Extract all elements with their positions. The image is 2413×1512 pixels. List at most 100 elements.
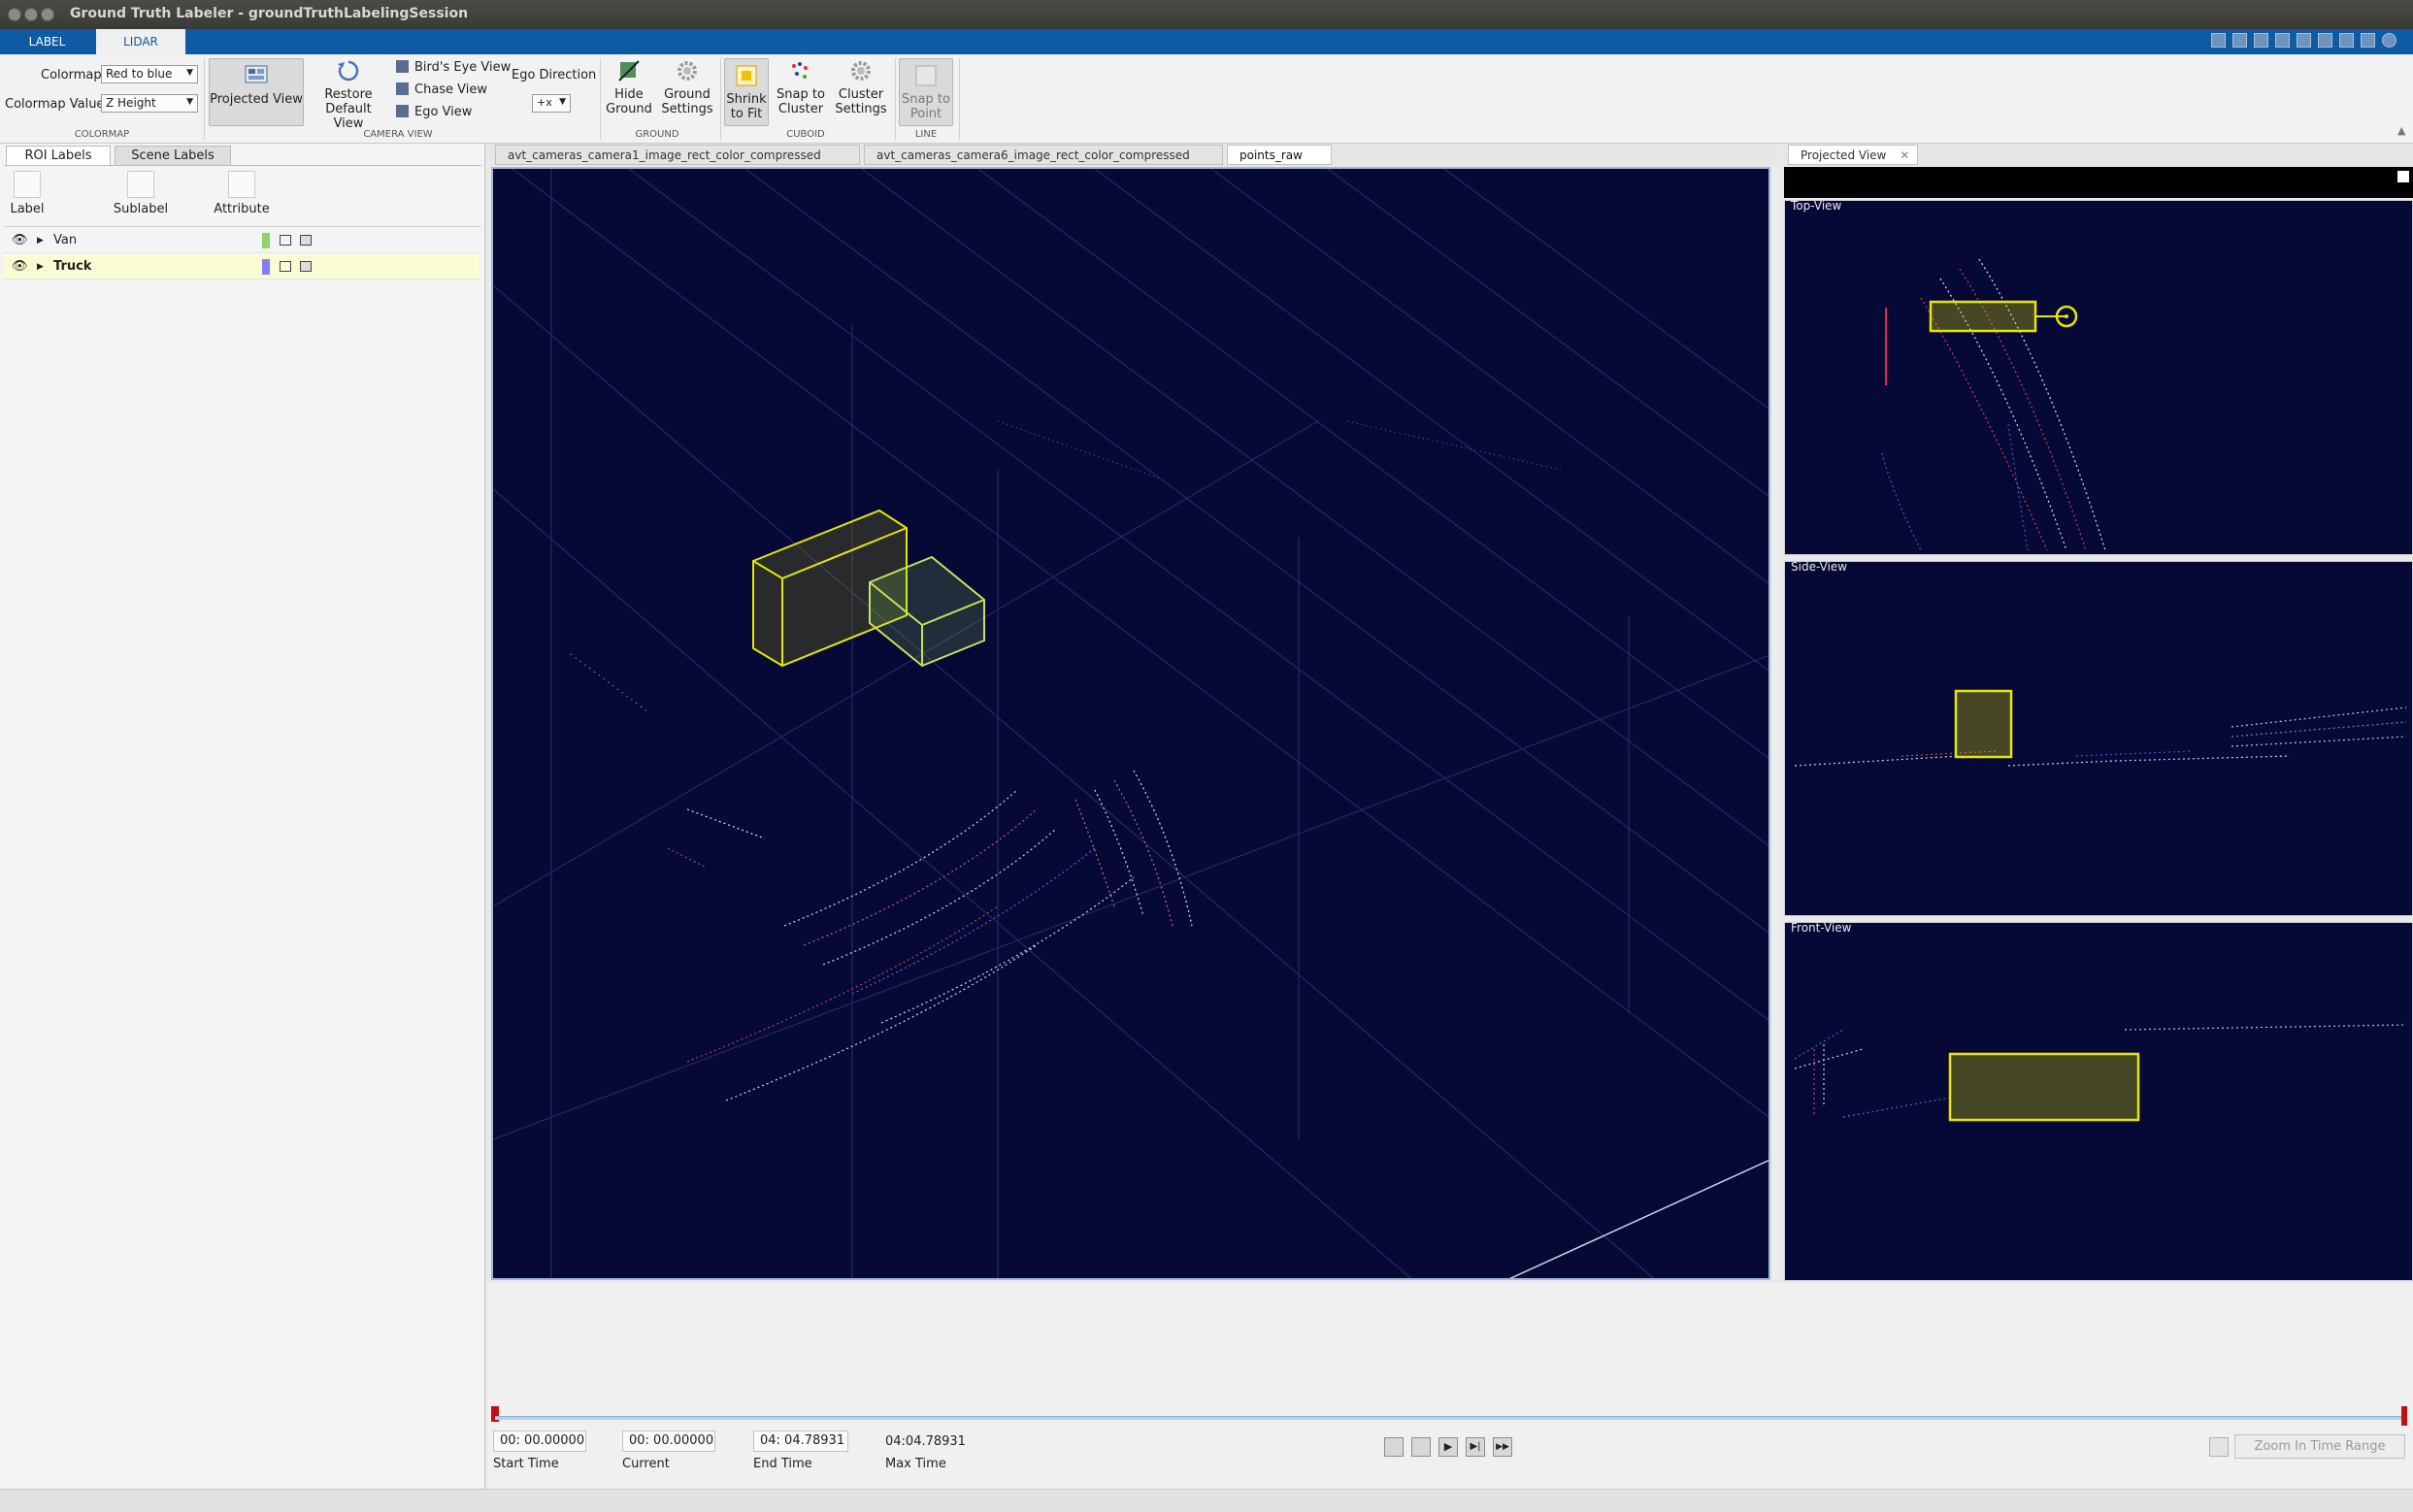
redo-icon[interactable] xyxy=(2318,33,2332,48)
hide-ground-button[interactable]: Hide Ground xyxy=(604,58,654,116)
top-view-canvas[interactable] xyxy=(1785,201,2413,555)
tab-projected-view[interactable]: Projected View ✕ xyxy=(1788,145,1918,165)
snap-to-point-button[interactable]: Snap to Point xyxy=(899,58,953,126)
zoom-in-time-range-button[interactable]: Zoom In Time Range xyxy=(2234,1434,2405,1459)
edit-label-icon[interactable] xyxy=(300,261,312,272)
maximize-window-icon[interactable] xyxy=(41,8,54,21)
side-view-panel[interactable]: Side-View xyxy=(1784,561,2413,916)
cuboid-shape-icon xyxy=(280,235,291,246)
copy-icon[interactable] xyxy=(2254,33,2268,48)
colormap-value-dropdown[interactable]: Z Height ▼ xyxy=(101,94,198,113)
stop-icon[interactable] xyxy=(1411,1437,1431,1457)
paste-icon[interactable] xyxy=(2275,33,2290,48)
label-color-swatch xyxy=(262,259,270,275)
add-label-icon xyxy=(14,171,41,198)
close-window-icon[interactable] xyxy=(8,8,21,21)
projected-view-button[interactable]: Projected View xyxy=(209,58,304,126)
hide-ground-icon xyxy=(618,60,640,82)
front-view-panel[interactable]: Front-View xyxy=(1784,922,2413,1281)
edit-label-icon[interactable] xyxy=(300,235,312,246)
tab-scene-labels[interactable]: Scene Labels xyxy=(115,146,231,165)
window-layout-icon[interactable] xyxy=(2339,33,2354,48)
tab-roi-labels[interactable]: ROI Labels xyxy=(6,146,111,165)
top-view-cuboid[interactable] xyxy=(1929,300,2078,333)
snap-to-point-label-2: Point xyxy=(909,107,942,121)
tab-label[interactable]: LABEL xyxy=(0,29,94,54)
point-cloud-canvas[interactable] xyxy=(493,169,1770,1280)
zoom-time-icon[interactable] xyxy=(2209,1437,2229,1457)
gear-icon xyxy=(851,61,871,81)
label-row-van[interactable]: 👁 ▶ Van xyxy=(4,228,479,253)
colormap-label: Colormap xyxy=(41,68,102,82)
start-time-input[interactable]: 00: 00.00000 xyxy=(493,1430,586,1452)
tab-lidar[interactable]: LIDAR xyxy=(96,29,185,54)
side-view-canvas[interactable] xyxy=(1785,562,2413,916)
save-icon[interactable] xyxy=(2211,33,2226,48)
tab-camera1-image[interactable]: avt_cameras_camera1_image_rect_color_com… xyxy=(495,145,860,165)
projected-view-icon xyxy=(245,65,268,83)
chevron-down-icon: ▼ xyxy=(559,97,566,107)
side-view-cuboid[interactable] xyxy=(1954,689,2013,759)
timeline-slider[interactable] xyxy=(495,1416,2405,1420)
toolstrip-divider xyxy=(720,58,721,140)
lidar-points xyxy=(570,420,1768,1278)
last-frame-icon[interactable]: ▶▶ xyxy=(1493,1437,1512,1457)
section-cuboid: CUBOID xyxy=(786,129,825,140)
shrink-to-fit-label-2: to Fit xyxy=(730,107,763,121)
front-view-canvas[interactable] xyxy=(1785,923,2413,1281)
add-sublabel-caption: Sublabel xyxy=(113,202,169,216)
ego-direction-label: Ego Direction xyxy=(512,68,597,82)
current-time-input[interactable]: 00: 00.00000 xyxy=(622,1430,715,1452)
birds-eye-view-label: Bird's Eye View xyxy=(414,60,512,75)
minimize-ribbon-icon[interactable] xyxy=(2361,33,2375,48)
section-ground: GROUND xyxy=(635,129,679,140)
snap-to-cluster-button[interactable]: Snap to Cluster xyxy=(774,58,828,116)
cut-icon[interactable] xyxy=(2232,33,2247,48)
add-sublabel-button[interactable]: Sublabel xyxy=(107,171,175,216)
cluster-settings-label-2: Settings xyxy=(835,102,887,116)
add-label-caption: Label xyxy=(10,202,45,216)
birds-eye-view-button[interactable]: Bird's Eye View xyxy=(396,60,511,75)
expand-arrow-icon[interactable]: ▶ xyxy=(37,228,44,253)
birds-eye-icon xyxy=(396,60,409,73)
cluster-settings-button[interactable]: Cluster Settings xyxy=(833,58,889,116)
collapse-toolstrip-icon[interactable]: ▲ xyxy=(2397,124,2405,137)
current-time-caption: Current xyxy=(622,1457,670,1471)
undo-icon[interactable] xyxy=(2297,33,2311,48)
undock-icon[interactable] xyxy=(2397,171,2409,182)
ground-settings-button[interactable]: Ground Settings xyxy=(660,58,714,116)
projected-view-toolbar xyxy=(1784,167,2413,198)
close-tab-icon[interactable]: ✕ xyxy=(1900,148,1909,162)
restore-default-view-label-1: Restore xyxy=(324,87,373,102)
shrink-to-fit-button[interactable]: Shrink to Fit xyxy=(724,58,769,126)
ego-view-button[interactable]: Ego View xyxy=(396,105,472,119)
add-sublabel-icon xyxy=(127,171,154,198)
top-view-label: Top-View xyxy=(1789,200,1844,213)
end-time-input[interactable]: 04: 04.78931 xyxy=(753,1430,848,1452)
point-cloud-display[interactable] xyxy=(491,167,1770,1280)
grid-lines xyxy=(493,169,1768,1278)
colormap-dropdown[interactable]: Red to blue ▼ xyxy=(101,65,198,83)
status-bar xyxy=(0,1489,2413,1512)
eye-icon[interactable]: 👁 xyxy=(12,254,28,279)
tab-camera6-image[interactable]: avt_cameras_camera6_image_rect_color_com… xyxy=(864,145,1223,165)
expand-arrow-icon[interactable]: ▶ xyxy=(37,254,44,279)
restore-default-view-button[interactable]: Restore Default View xyxy=(309,58,388,131)
add-attribute-button[interactable]: Attribute xyxy=(208,171,276,216)
ego-direction-dropdown[interactable]: +x ▼ xyxy=(532,94,571,113)
end-time-flag[interactable] xyxy=(2401,1406,2407,1426)
add-label-button[interactable]: Label xyxy=(6,171,49,216)
label-name: Truck xyxy=(53,259,92,274)
front-view-cuboid[interactable] xyxy=(1948,1052,2140,1122)
label-row-truck[interactable]: 👁 ▶ Truck xyxy=(4,254,479,279)
play-icon[interactable]: ▶ xyxy=(1438,1437,1458,1457)
first-frame-icon[interactable] xyxy=(1384,1437,1404,1457)
next-frame-icon[interactable]: ▶| xyxy=(1466,1437,1485,1457)
help-icon[interactable] xyxy=(2382,33,2396,48)
eye-icon[interactable]: 👁 xyxy=(12,228,28,253)
chase-view-button[interactable]: Chase View xyxy=(396,82,487,97)
splitter-handle[interactable] xyxy=(1772,167,1780,1280)
minimize-window-icon[interactable] xyxy=(24,8,38,21)
top-view-panel[interactable]: Top-View xyxy=(1784,200,2413,555)
tab-points-raw[interactable]: points_raw xyxy=(1227,145,1332,165)
